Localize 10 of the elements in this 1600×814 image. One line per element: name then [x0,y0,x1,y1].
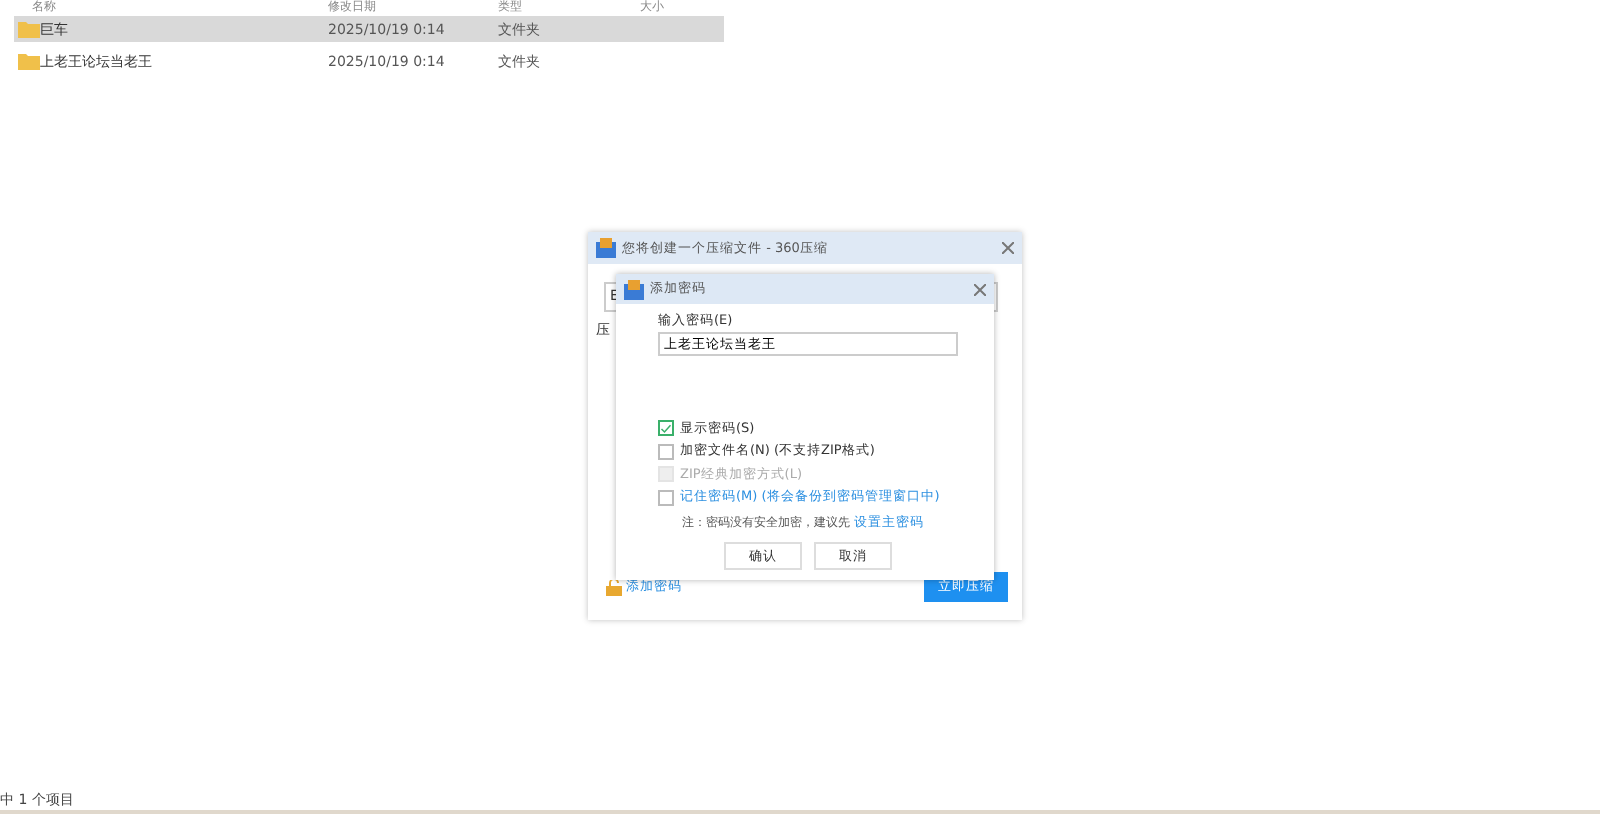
checkbox[interactable] [658,420,674,437]
checkbox[interactable] [658,489,674,506]
close-icon[interactable] [974,283,986,295]
lock-icon [606,579,622,595]
folder-icon [18,20,40,38]
app-icon [624,279,644,299]
folder-icon [18,52,40,70]
close-icon[interactable] [1002,242,1014,254]
checkbox[interactable] [658,443,674,460]
app-icon [596,238,616,258]
